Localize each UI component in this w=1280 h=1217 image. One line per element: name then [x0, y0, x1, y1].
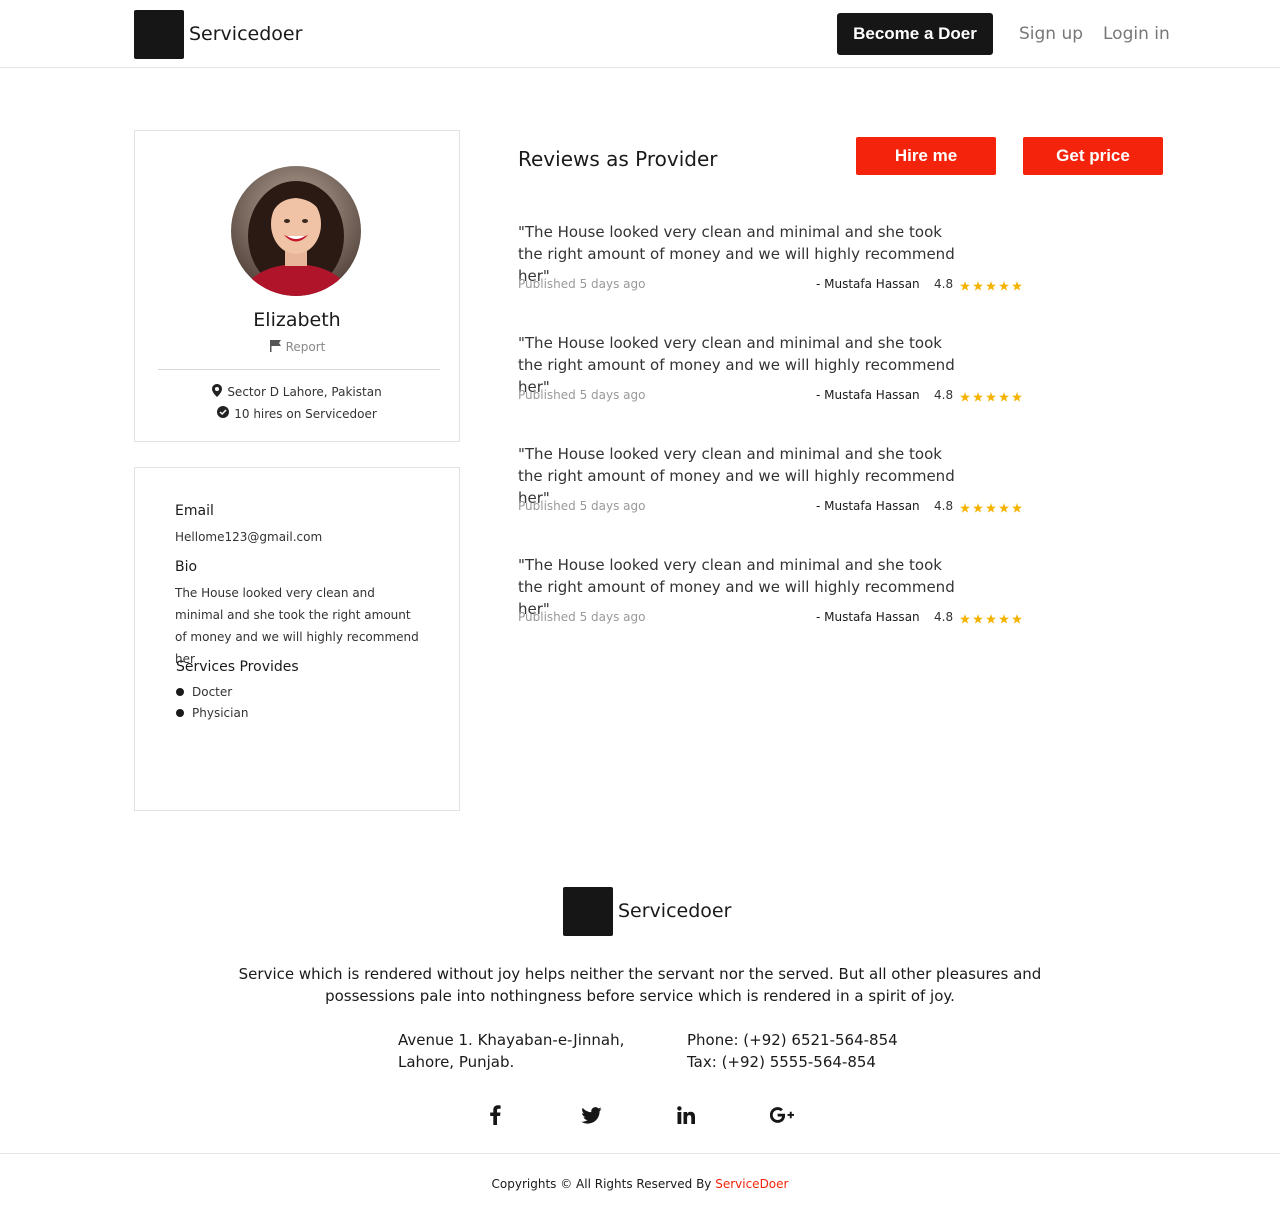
review-item: "The House looked very clean and minimal… — [518, 221, 1038, 311]
phone-text: Phone: (+92) 6521-564-854 — [687, 1031, 898, 1049]
twitter-icon[interactable] — [579, 1103, 603, 1127]
star-icon — [973, 498, 983, 517]
address-line: Avenue 1. Khayaban-e-Jinnah, — [398, 1031, 625, 1049]
footer-quote: Service which is rendered without joy he… — [238, 965, 1042, 1005]
review-item: "The House looked very clean and minimal… — [518, 332, 1038, 422]
profile-card: Elizabeth Report Sector D Lahore, Pakist… — [134, 130, 460, 442]
bio-label: Bio — [175, 559, 198, 575]
star-icon — [1012, 609, 1022, 628]
star-icon — [986, 609, 996, 628]
sign-up-link[interactable]: Sign up — [1019, 24, 1083, 44]
footer-brand-name[interactable]: Servicedoer — [618, 900, 731, 922]
hires-row: 10 hires on Servicedoer — [135, 406, 459, 421]
get-price-button[interactable]: Get price — [1023, 137, 1163, 175]
service-item: Physician — [176, 706, 248, 720]
info-card: Email Hellome123@gmail.com Bio The House… — [134, 467, 460, 811]
divider — [158, 369, 440, 370]
facebook-icon[interactable] — [483, 1103, 507, 1127]
star-icon — [999, 387, 1009, 406]
star-icon — [960, 276, 970, 295]
bullet-icon — [176, 709, 184, 717]
bullet-icon — [176, 688, 184, 696]
tax-text: Tax: (+92) 5555-564-854 — [687, 1053, 876, 1071]
review-author: - Mustafa Hassan — [816, 388, 920, 402]
profile-name: Elizabeth — [253, 309, 341, 331]
review-rating: 4.8 — [934, 388, 954, 402]
service-label: Physician — [192, 706, 249, 720]
review-author: - Mustafa Hassan — [816, 499, 920, 513]
location-row: Sector D Lahore, Pakistan — [135, 384, 459, 400]
flag-icon — [269, 339, 282, 355]
check-circle-icon — [217, 406, 230, 421]
hire-me-button[interactable]: Hire me — [856, 137, 996, 175]
linkedin-icon[interactable] — [674, 1103, 698, 1127]
star-icon — [960, 387, 970, 406]
logo[interactable] — [134, 10, 184, 59]
review-date: Published 5 days ago — [518, 388, 646, 402]
footer-address: Avenue 1. Khayaban-e-Jinnah, Lahore, Pun… — [398, 1029, 658, 1073]
address-line: Lahore, Punjab. — [398, 1053, 515, 1071]
star-icon — [1012, 498, 1022, 517]
review-rating: 4.8 — [934, 499, 954, 513]
brand-name[interactable]: Servicedoer — [189, 23, 302, 45]
review-date: Published 5 days ago — [518, 499, 646, 513]
star-icon — [973, 276, 983, 295]
avatar — [231, 166, 361, 296]
report-label: Report — [285, 340, 326, 354]
star-icon — [986, 276, 996, 295]
email-label: Email — [175, 503, 214, 519]
star-rating — [960, 387, 1022, 406]
login-link[interactable]: Login in — [1103, 24, 1170, 44]
star-icon — [999, 498, 1009, 517]
star-icon — [986, 498, 996, 517]
footer-divider — [0, 1153, 1280, 1154]
copyright: Copyrights © All Rights Reserved By Serv… — [0, 1177, 1280, 1191]
review-item: "The House looked very clean and minimal… — [518, 554, 1038, 644]
star-icon — [973, 387, 983, 406]
services-label: Services Provides — [176, 659, 299, 675]
star-rating — [960, 498, 1022, 517]
copyright-brand-link[interactable]: ServiceDoer — [715, 1177, 788, 1191]
star-icon — [999, 276, 1009, 295]
google-plus-icon[interactable] — [770, 1103, 794, 1127]
star-rating — [960, 609, 1022, 628]
review-author: - Mustafa Hassan — [816, 610, 920, 624]
star-icon — [960, 609, 970, 628]
site-header: Servicedoer Become a Doer Sign up Login … — [0, 0, 1280, 68]
review-rating: 4.8 — [934, 610, 954, 624]
star-icon — [1012, 387, 1022, 406]
star-icon — [960, 498, 970, 517]
service-label: Docter — [192, 685, 233, 699]
bio-value: The House looked very clean and minimal … — [175, 586, 419, 666]
report-link[interactable]: Report — [135, 339, 459, 355]
star-icon — [973, 609, 983, 628]
review-item: "The House looked very clean and minimal… — [518, 443, 1038, 533]
star-icon — [1012, 276, 1022, 295]
location-pin-icon — [212, 384, 223, 400]
review-date: Published 5 days ago — [518, 277, 646, 291]
hires-text: 10 hires on Servicedoer — [234, 406, 377, 421]
star-rating — [960, 276, 1022, 295]
email-value: Hellome123@gmail.com — [175, 530, 323, 544]
copyright-text: Copyrights © All Rights Reserved By — [491, 1177, 716, 1191]
service-item: Docter — [176, 685, 232, 699]
location-text: Sector D Lahore, Pakistan — [227, 385, 382, 399]
footer-contact: Phone: (+92) 6521-564-854 Tax: (+92) 555… — [687, 1029, 947, 1073]
star-icon — [999, 609, 1009, 628]
review-author: - Mustafa Hassan — [816, 277, 920, 291]
reviews-title: Reviews as Provider — [518, 147, 718, 171]
become-doer-button[interactable]: Become a Doer — [837, 13, 993, 55]
star-icon — [986, 387, 996, 406]
review-rating: 4.8 — [934, 277, 954, 291]
footer-logo[interactable] — [563, 887, 613, 936]
review-date: Published 5 days ago — [518, 610, 646, 624]
